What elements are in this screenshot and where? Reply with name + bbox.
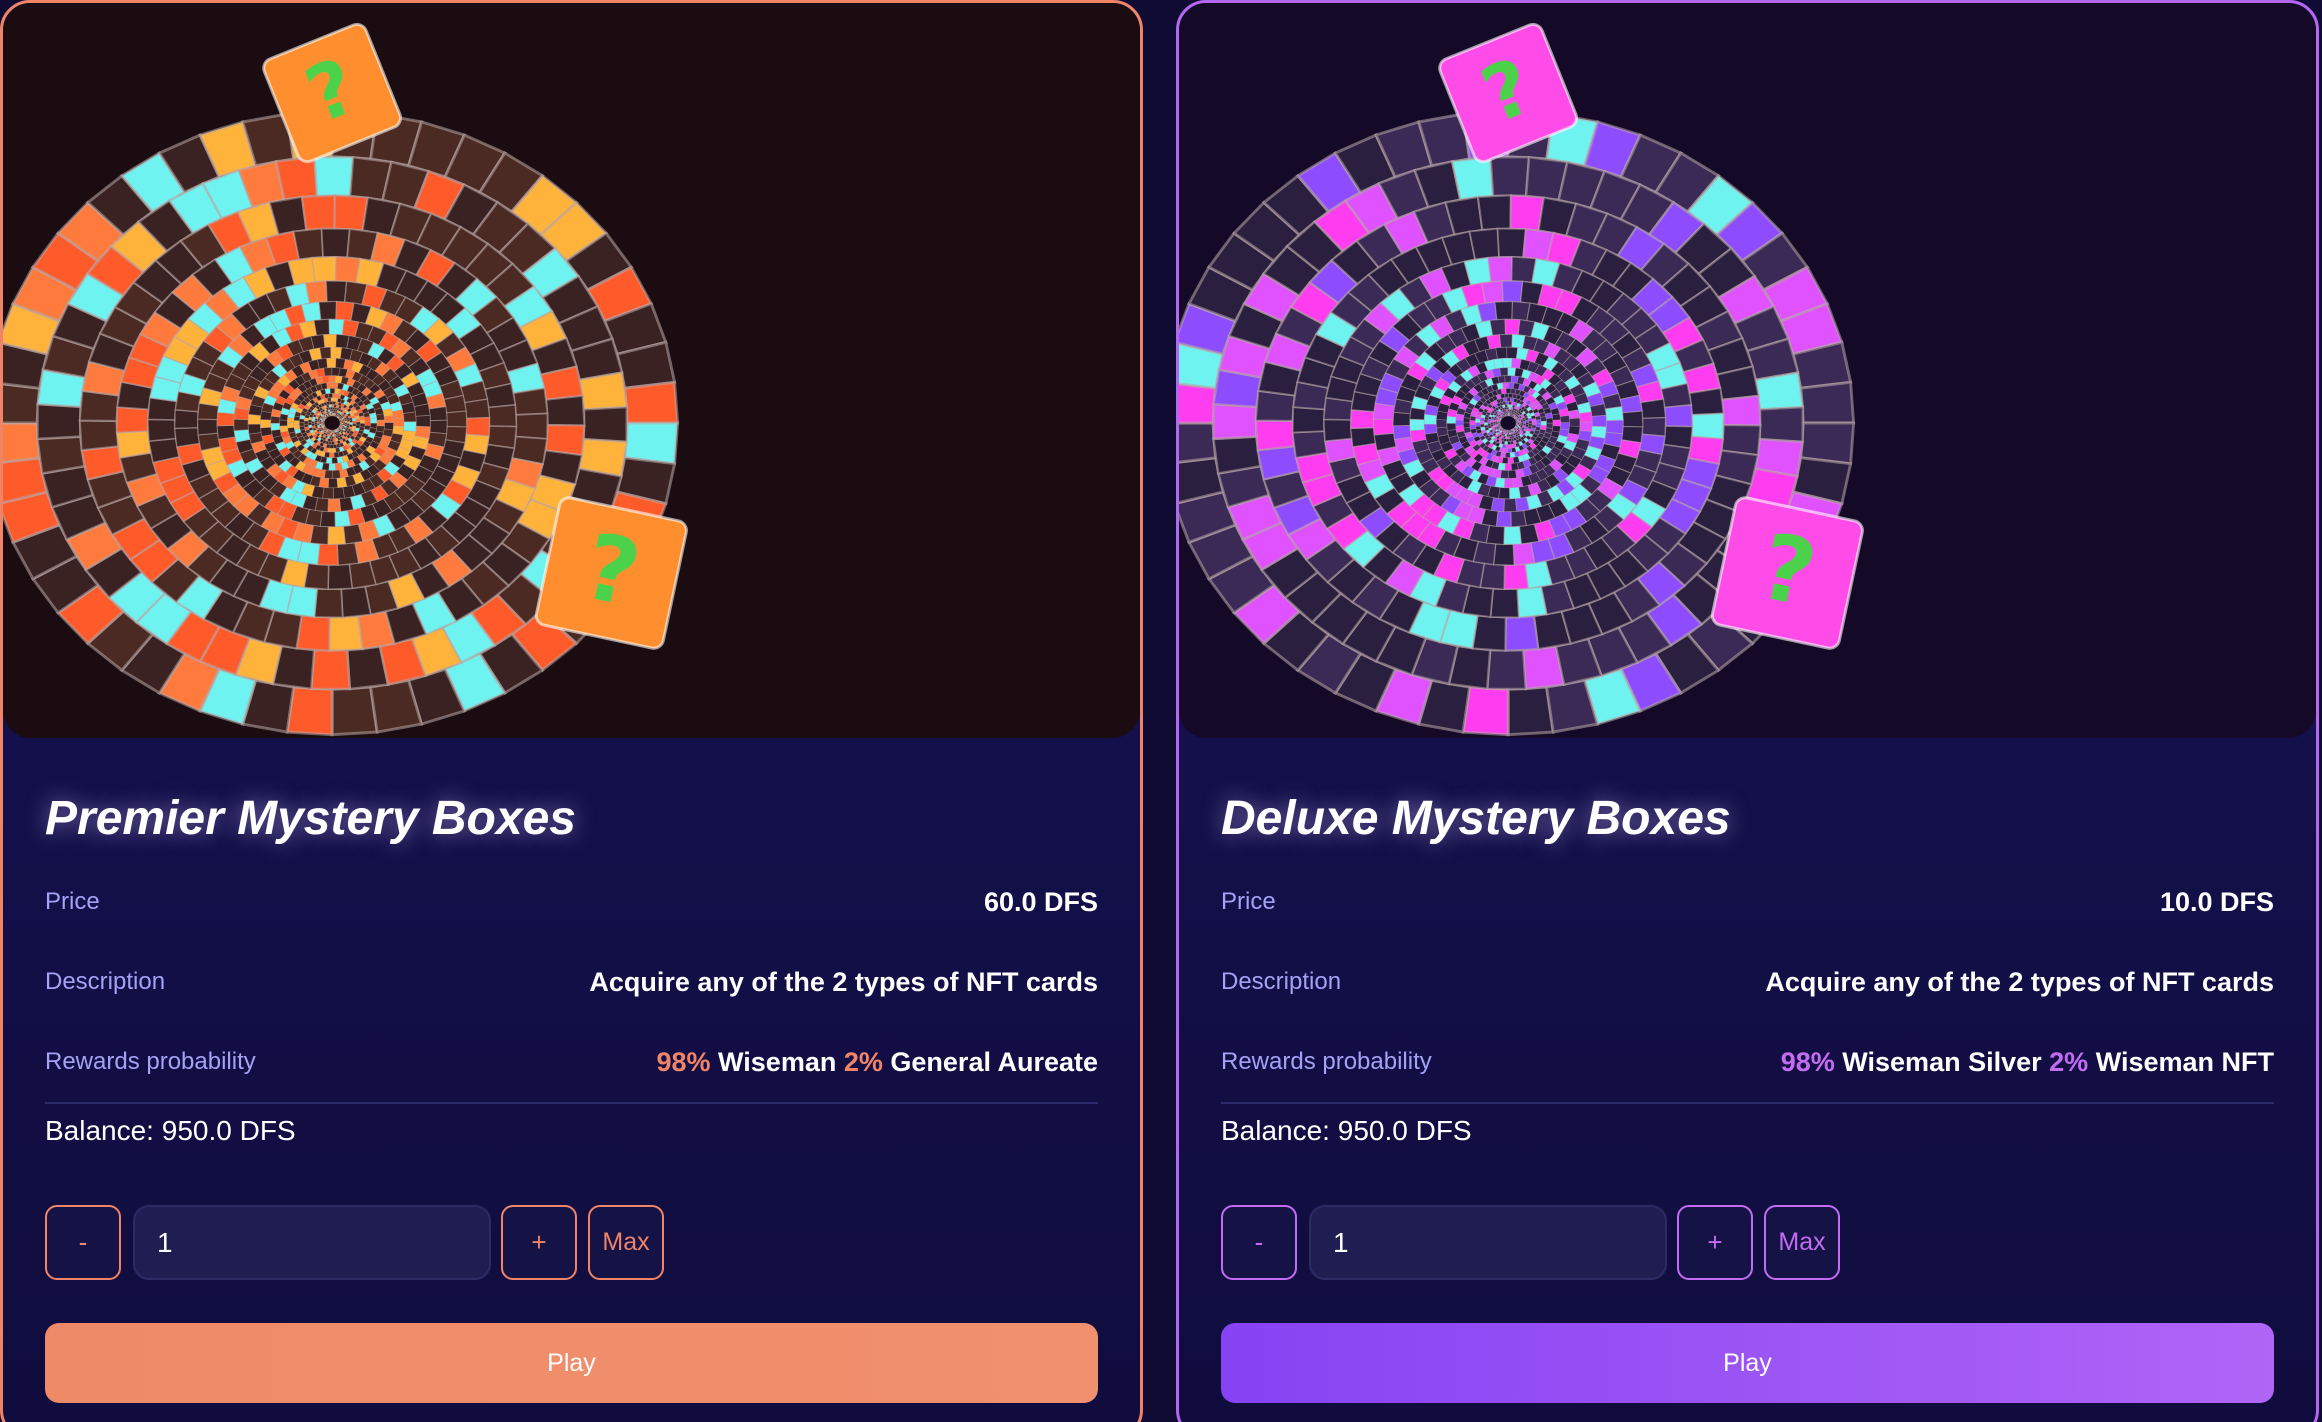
reward-1-percent: 98% [656,1046,711,1077]
balance-text: Balance: 950.0 DFS [45,1115,296,1146]
rewards-value: 98% Wiseman 2% General Aureate [656,1047,1098,1078]
reward-1-percent: 98% [1780,1046,1835,1077]
max-button[interactable]: Max [1764,1205,1840,1280]
description-value: Acquire any of the 2 types of NFT cards [589,966,1098,997]
mystery-box-hero-image: ?? [1179,3,2316,738]
decrement-button[interactable]: - [1221,1205,1297,1280]
mystery-box-hero-image: ?? [3,3,1140,738]
tunnel-artwork: ?? [3,3,1140,738]
play-button[interactable]: Play [1221,1323,2274,1403]
description-row: Description Acquire any of the 2 types o… [1221,962,2274,1002]
balance-text: Balance: 950.0 DFS [1221,1115,1472,1146]
quantity-input[interactable]: 1 [133,1205,491,1280]
card-title: Deluxe Mystery Boxes [1221,792,1731,845]
reward-2-name: General Aureate [890,1046,1098,1077]
price-row: Price 60.0 DFS [45,882,1098,922]
rewards-value: 98% Wiseman Silver 2% Wiseman NFT [1781,1047,2274,1078]
mystery-box-card-deluxe: ?? Deluxe Mystery Boxes Price 10.0 DFS D… [1176,0,2319,1422]
max-button[interactable]: Max [588,1205,664,1280]
price-label: Price [45,888,100,915]
price-row: Price 10.0 DFS [1221,882,2274,922]
decrement-button[interactable]: - [45,1205,121,1280]
reward-2-percent: 2% [843,1046,883,1077]
reward-2-name: Wiseman NFT [2095,1046,2274,1077]
mystery-box-card-premier: ?? Premier Mystery Boxes Price 60.0 DFS … [0,0,1143,1422]
divider [45,1102,1098,1104]
quantity-input[interactable]: 1 [1309,1205,1667,1280]
rewards-row: Rewards probability 98% Wiseman 2% Gener… [45,1042,1098,1082]
description-label: Description [45,968,166,995]
reward-1-name: Wiseman [718,1046,837,1077]
tunnel-artwork: ?? [1179,3,2316,738]
rewards-row: Rewards probability 98% Wiseman Silver 2… [1221,1042,2274,1082]
description-value: Acquire any of the 2 types of NFT cards [1765,966,2274,997]
price-value: 10.0 DFS [2159,886,2274,917]
play-button[interactable]: Play [45,1323,1098,1403]
reward-1-name: Wiseman Silver [1842,1046,2042,1077]
increment-button[interactable]: + [501,1205,577,1280]
description-label: Description [1221,968,1342,995]
rewards-label: Rewards probability [45,1048,256,1075]
price-value: 60.0 DFS [983,886,1098,917]
card-title: Premier Mystery Boxes [45,792,576,845]
increment-button[interactable]: + [1677,1205,1753,1280]
rewards-label: Rewards probability [1221,1048,1432,1075]
price-label: Price [1221,888,1276,915]
description-row: Description Acquire any of the 2 types o… [45,962,1098,1002]
divider [1221,1102,2274,1104]
reward-2-percent: 2% [2049,1046,2089,1077]
